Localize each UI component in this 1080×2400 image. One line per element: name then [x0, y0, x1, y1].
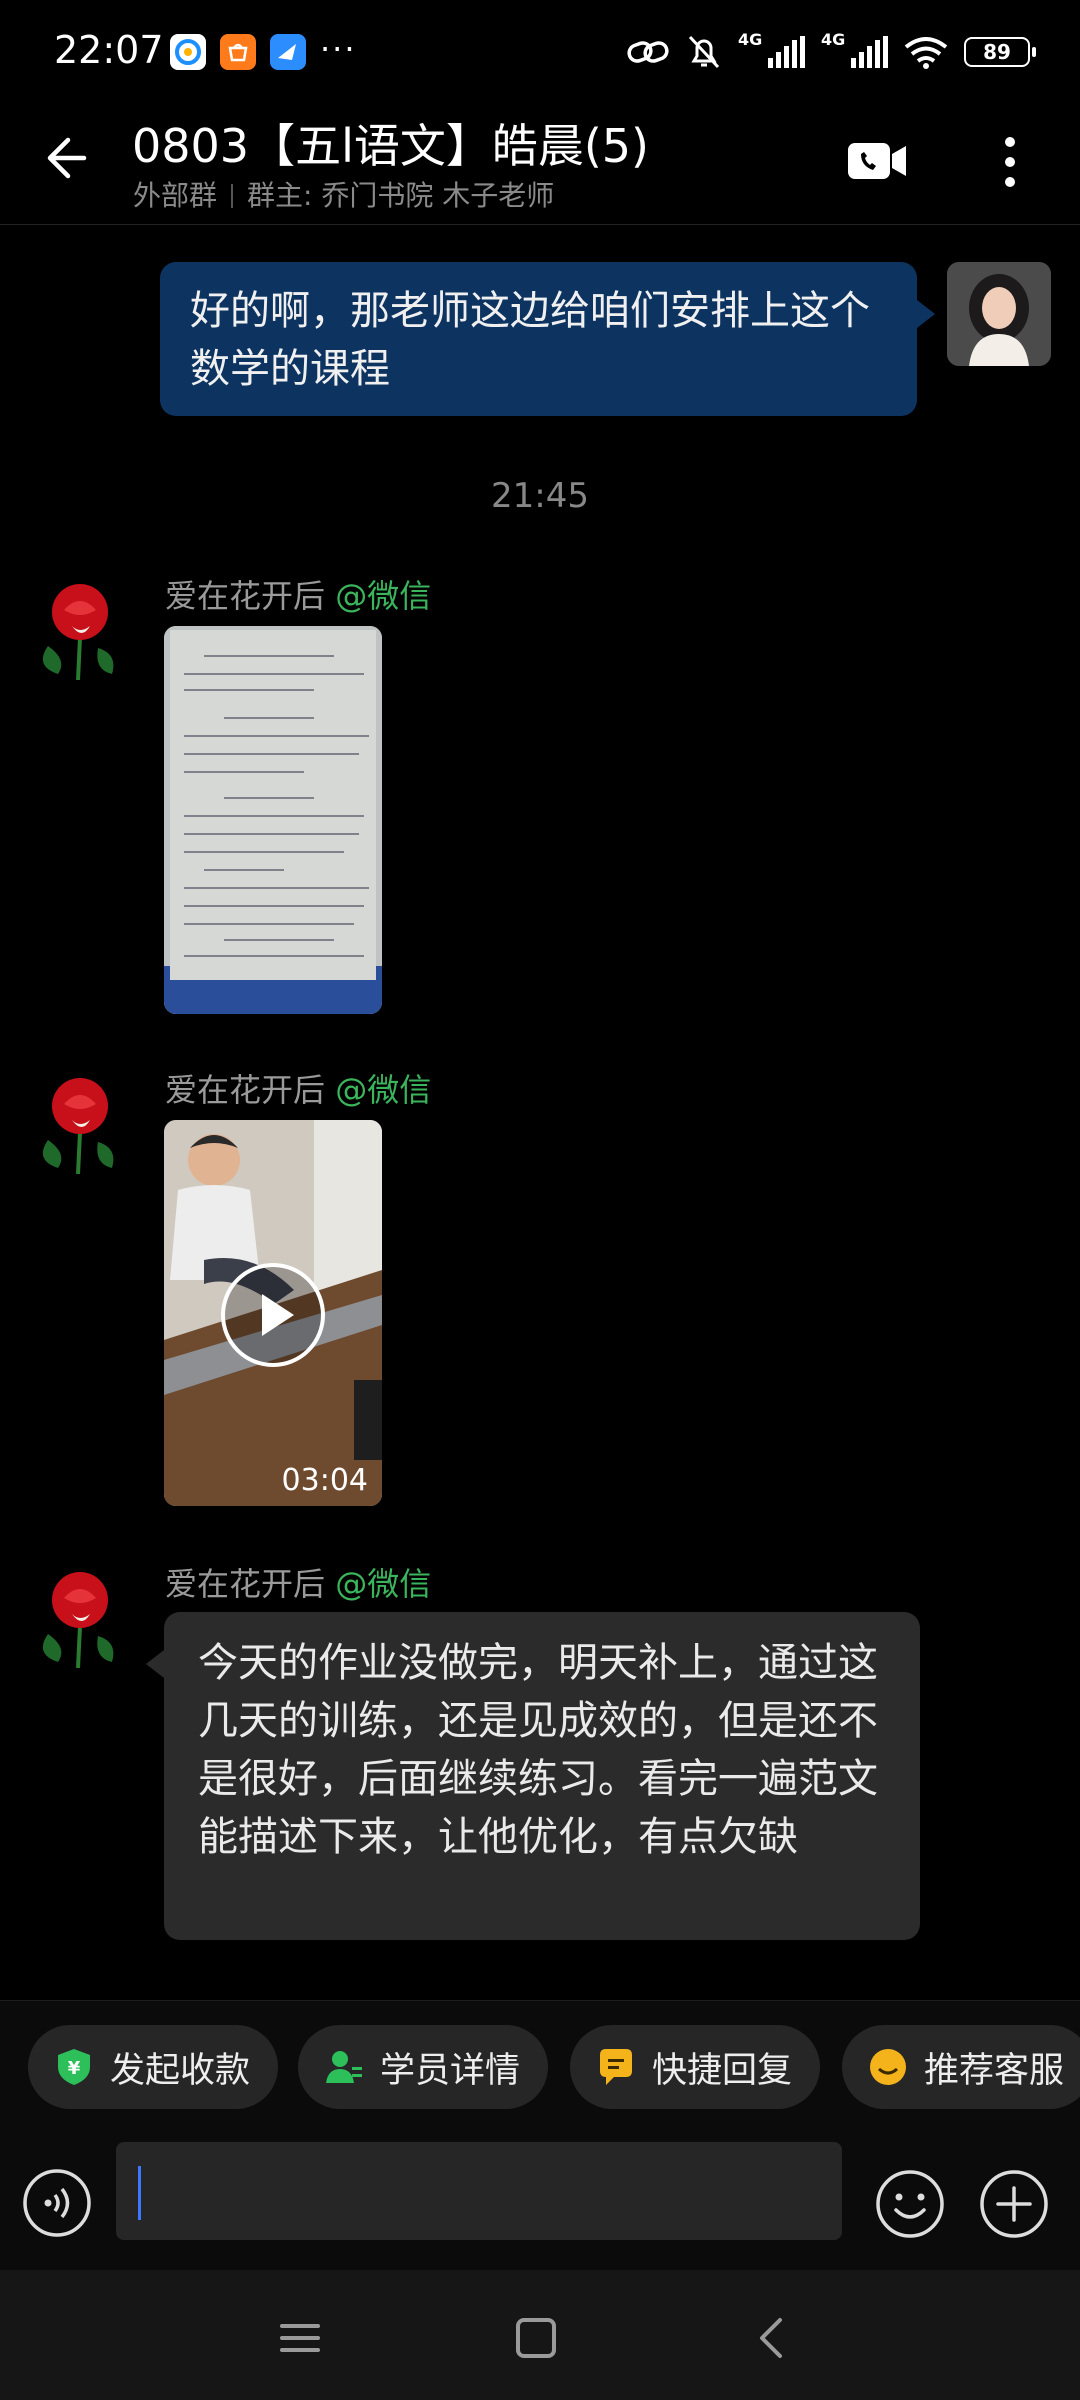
chip-label: 快捷回复	[652, 2050, 793, 2091]
chat-header: 0803【五l语文】皓晨(5) 外部群 群主: 乔门书院 木子老师	[0, 100, 1080, 225]
back-arrow-icon[interactable]	[34, 130, 90, 186]
battery-icon: 89	[964, 37, 1036, 67]
emoji-icon[interactable]	[874, 2168, 946, 2240]
chat-title: 0803【五l语文】皓晨(5)	[132, 119, 650, 173]
sender-name: 爱在花开后 @微信	[165, 1559, 431, 1605]
chat-subtitle: 外部群 群主: 乔门书院 木子老师	[133, 174, 554, 214]
sender-avatar[interactable]	[28, 576, 132, 680]
sender-nickname: 爱在花开后	[165, 577, 326, 615]
video-message[interactable]: 03:04	[164, 1120, 382, 1506]
qq-browser-icon	[170, 34, 206, 70]
feishu-icon	[270, 34, 306, 70]
video-duration: 03:04	[281, 1463, 368, 1498]
image-message[interactable]	[164, 626, 382, 1014]
recommend-service-icon	[870, 2049, 906, 2085]
plus-icon[interactable]	[978, 2168, 1050, 2240]
sender-source: @微信	[335, 1071, 432, 1109]
sender-nickname: 爱在花开后	[165, 1071, 326, 1109]
link-icon	[627, 41, 669, 63]
voice-input-icon[interactable]	[22, 2168, 92, 2238]
my-avatar[interactable]	[947, 262, 1051, 366]
chip-label: 推荐客服	[924, 2050, 1065, 2091]
divider	[231, 184, 234, 208]
text-cursor	[138, 2166, 141, 2220]
recommend-service-button[interactable]: 推荐客服	[842, 2025, 1080, 2109]
message-bubble-incoming[interactable]: 今天的作业没做完，明天补上，通过这几天的训练，还是见成效的，但是还不是很好，后面…	[146, 1612, 920, 1940]
sender-avatar[interactable]	[28, 1070, 132, 1174]
more-notifications-icon: ···	[320, 30, 357, 68]
status-bar: 22:07 ··· 4G 4G 89	[0, 0, 1080, 100]
handwritten-notebook-image	[164, 626, 382, 1014]
menu-icon[interactable]	[272, 2310, 328, 2366]
payment-shield-icon: ¥	[58, 2049, 90, 2085]
student-details-button[interactable]: 学员详情	[298, 2025, 549, 2109]
quick-actions-bar: ¥ 发起收款 学员详情 快捷回复 推荐客服	[0, 2000, 1080, 2140]
sender-name: 爱在花开后 @微信	[165, 1065, 431, 1111]
message-list[interactable]: 好的啊，那老师这边给咱们安排上这个数学的课程 21:45 爱在花开后 @微信 爱…	[0, 226, 1080, 1996]
sender-avatar[interactable]	[28, 1564, 132, 1668]
play-icon[interactable]	[218, 1260, 328, 1370]
student-icon	[326, 2051, 362, 2083]
quick-reply-button[interactable]: 快捷回复	[570, 2025, 821, 2109]
sender-nickname: 爱在花开后	[165, 1565, 326, 1603]
sender-name: 爱在花开后 @微信	[165, 571, 431, 617]
quick-reply-icon	[600, 2049, 632, 2085]
taobao-icon	[220, 34, 256, 70]
collect-payment-button[interactable]: ¥ 发起收款	[28, 2025, 279, 2109]
status-time: 22:07	[54, 28, 164, 72]
mute-bell-icon	[688, 35, 720, 69]
sender-source: @微信	[335, 1565, 432, 1603]
video-call-icon[interactable]	[848, 140, 908, 182]
group-owner-label: 群主: 乔门书院 木子老师	[247, 179, 555, 212]
sender-source: @微信	[335, 577, 432, 615]
signal-icon: 4G	[821, 30, 888, 68]
system-navigation-bar	[0, 2270, 1080, 2400]
input-bar	[0, 2140, 1080, 2270]
more-vertical-icon[interactable]	[990, 132, 1030, 192]
back-icon[interactable]	[744, 2310, 800, 2366]
chip-label: 发起收款	[110, 2050, 251, 2091]
group-type-label: 外部群	[133, 179, 218, 212]
message-bubble-outgoing[interactable]: 好的啊，那老师这边给咱们安排上这个数学的课程	[160, 262, 935, 416]
svg-text:¥: ¥	[68, 2058, 81, 2079]
message-input[interactable]	[116, 2142, 842, 2240]
home-icon[interactable]	[508, 2310, 564, 2366]
chip-label: 学员详情	[380, 2050, 521, 2091]
message-timestamp: 21:45	[491, 476, 589, 516]
wifi-icon	[904, 37, 948, 69]
signal-icon: 4G	[738, 30, 805, 68]
